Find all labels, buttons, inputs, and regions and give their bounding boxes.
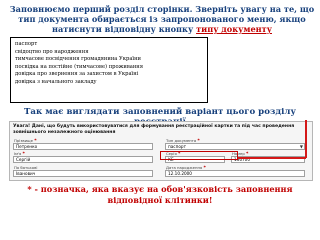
required-mark-highlight bbox=[160, 151, 238, 160]
instruction-heading: Заповнюємо перший розділ сторінки. Зверн… bbox=[8, 4, 316, 34]
birthdate-field: Дата народження * 12.10.2000 bbox=[165, 166, 305, 177]
form-row-1: Прізвище * Петренко Тип документа * пасп… bbox=[13, 139, 311, 150]
surname-field: Прізвище * Петренко bbox=[13, 139, 153, 150]
name-field: Ім'я * Сергій bbox=[13, 152, 153, 163]
surname-input[interactable]: Петренко bbox=[13, 143, 153, 150]
pointer-arrow-vertical bbox=[305, 120, 307, 158]
document-type-option[interactable]: довідка з начального закладу bbox=[15, 79, 203, 87]
heading-part-1: Заповнюємо перший розділ bbox=[9, 4, 148, 14]
document-type-dropdown-list: паспорт свідоцтво про народження тимчасо… bbox=[10, 37, 208, 103]
name-input[interactable]: Сергій bbox=[13, 156, 153, 163]
document-type-option[interactable]: паспорт bbox=[15, 41, 203, 49]
document-type-option[interactable]: посвідка на постійне (тимчасове) прожива… bbox=[15, 64, 203, 72]
patronymic-input[interactable]: Іванович bbox=[13, 170, 153, 177]
document-type-option[interactable]: тимчасове посвідчення громадянина Україн… bbox=[15, 56, 203, 64]
doctype-select[interactable]: паспорт ▼ bbox=[165, 143, 305, 150]
pointer-arrow-horizontal bbox=[238, 157, 306, 159]
doctype-select-value: паспорт bbox=[168, 144, 187, 149]
birthdate-input[interactable]: 12.10.2000 bbox=[165, 170, 305, 177]
form-row-3: По батькові Іванович Дата народження * 1… bbox=[13, 166, 311, 177]
form-warning-note: Увага! Дані, що будуть використовуватися… bbox=[13, 124, 295, 135]
document-type-option[interactable]: довідка про звернення за захистом в Укра… bbox=[15, 71, 203, 79]
heading-part-3: типу документу bbox=[196, 24, 272, 34]
doctype-field: Тип документа * паспорт ▼ bbox=[165, 139, 305, 150]
chevron-down-icon[interactable]: ▼ bbox=[300, 145, 303, 149]
patronymic-field: По батькові Іванович bbox=[13, 166, 153, 177]
document-type-option[interactable]: свідоцтво про народження bbox=[15, 49, 203, 57]
required-footnote: * - позначка, яка вказує на обов'язковіс… bbox=[27, 184, 293, 205]
